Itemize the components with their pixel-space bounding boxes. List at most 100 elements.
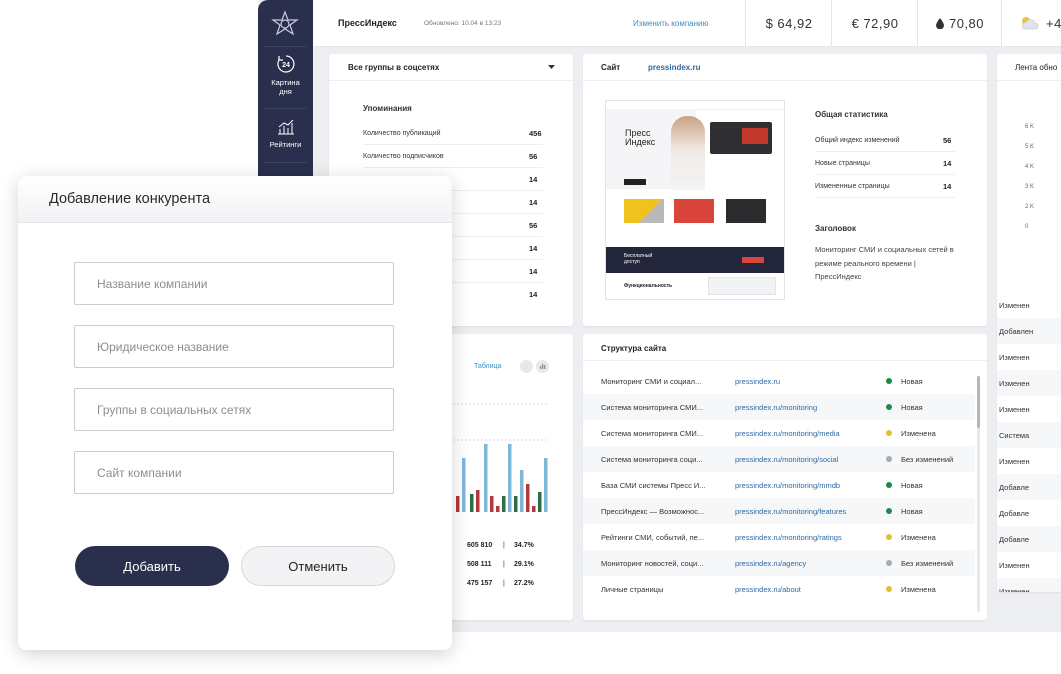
structure-row[interactable]: Рейтинги СМИ, событий, пе... pressindex.r… [583, 524, 975, 550]
structure-row-status: Новая [901, 377, 923, 386]
chart-icon [277, 119, 294, 135]
eur-rate: € 72,90 [831, 0, 918, 46]
pie-view-button[interactable] [520, 360, 533, 373]
stats-row-value: 14 [943, 182, 952, 191]
structure-row[interactable]: Мониторинг СМИ и социал... pressindex.ru Н… [583, 368, 975, 394]
scrollbar-track[interactable] [977, 376, 980, 612]
sidebar-divider [264, 46, 307, 47]
feed-row-label: Добавле [999, 483, 1029, 492]
company-name-input[interactable] [74, 262, 394, 305]
feed-axis-label: 6 K [1025, 124, 1035, 130]
site-preview-thumbnail[interactable]: Пресс Индекс Бесплатный доступ Функциона… [605, 100, 785, 300]
feed-row[interactable]: Изменен [997, 396, 1061, 422]
feed-axis-label: 4 K [1025, 164, 1035, 170]
structure-row[interactable]: База СМИ системы Пресс И... pressindex.ru… [583, 472, 975, 498]
updates-feed-header: Лента обно [997, 54, 1061, 81]
structure-row-url[interactable]: pressindex.ru/monitoring [735, 403, 817, 412]
feed-row[interactable]: Изменен [997, 552, 1061, 578]
structure-row[interactable]: Система мониторинга СМИ... pressindex.ru/… [583, 394, 975, 420]
site-structure-card: Структура сайта Мониторинг СМИ и социал.… [583, 334, 987, 620]
stats-row-label: Общий индекс изменений [815, 137, 900, 144]
structure-row[interactable]: Мониторинг новостей, соци... pressindex.r… [583, 550, 975, 576]
feed-row-label: Изменен [999, 353, 1030, 362]
structure-row-status: Новая [901, 481, 923, 490]
updates-feed-title: Лента обно [1015, 63, 1058, 72]
cancel-button[interactable]: Отменить [241, 546, 395, 586]
structure-row[interactable]: Система мониторинга СМИ... pressindex.ru/… [583, 420, 975, 446]
structure-row-url[interactable]: pressindex.ru/agency [735, 559, 806, 568]
site-url-link[interactable]: pressindex.ru [648, 63, 700, 72]
feed-row[interactable]: Изменен [997, 370, 1061, 396]
preview-dark-title: Бесплатный доступ [624, 253, 653, 265]
structure-row-status: Без изменений [901, 455, 954, 464]
scrollbar-thumb[interactable] [977, 376, 980, 428]
sidebar-item-ratings[interactable]: Рейтинги [258, 118, 313, 149]
chart-bar [496, 506, 500, 512]
row-divider [363, 167, 543, 168]
preview-dark-button [742, 257, 764, 263]
structure-row-url[interactable]: pressindex.ru/monitoring/media [735, 429, 840, 438]
site-structure-title: Структура сайта [601, 344, 667, 353]
feed-row-label: Изменен [999, 405, 1030, 414]
social-groups-input[interactable] [74, 388, 394, 431]
mention-row-value: 14 [529, 198, 538, 207]
table-tab[interactable]: Таблица [474, 363, 501, 370]
mention-row-label: Количество публикаций [363, 130, 441, 137]
feed-row[interactable]: Добавлен [997, 318, 1061, 344]
preview-hero-title: Пресс Индекс [625, 128, 656, 147]
stats-row-value: 14 [943, 159, 952, 168]
change-company-link[interactable]: Изменить компанию [633, 19, 709, 28]
site-structure-list: Мониторинг СМИ и социал... pressindex.ru Н… [583, 368, 975, 608]
bar-view-button[interactable] [536, 360, 549, 373]
structure-row[interactable]: ПрессИндекс — Возможнос... pressindex.ru/… [583, 498, 975, 524]
feed-row[interactable]: Изменен [997, 448, 1061, 474]
feed-row[interactable]: Добавле [997, 474, 1061, 500]
feed-axis-label: 2 K [1025, 204, 1035, 210]
table-row-separator: | [503, 561, 505, 568]
add-competitor-modal: Добавление конкурента Добавить Отменить [18, 176, 452, 650]
stats-row-label: Измененные страницы [815, 183, 890, 190]
chart-bar [476, 490, 480, 512]
weather: +4 [1001, 0, 1061, 46]
structure-row-url[interactable]: pressindex.ru/monitoring/features [735, 507, 846, 516]
structure-row-url[interactable]: pressindex.ru/monitoring/social [735, 455, 838, 464]
feed-row[interactable]: Добавле [997, 500, 1061, 526]
structure-row-status: Изменена [901, 429, 936, 438]
structure-row[interactable]: Личные страницы pressindex.ru/about Измене… [583, 576, 975, 602]
structure-row-url[interactable]: pressindex.ru/about [735, 585, 801, 594]
feed-row[interactable]: Изменен [997, 292, 1061, 318]
status-dot-icon [886, 482, 892, 488]
table-row-separator: | [503, 542, 505, 549]
social-groups-dropdown[interactable]: Все группы в соцсетях [329, 54, 573, 81]
legal-name-input[interactable] [74, 325, 394, 368]
updates-feed-card: Лента обно 6 K 5 K 4 K 3 K 2 K 0 Изменен Добав… [997, 54, 1061, 592]
feed-row[interactable]: Изменен [997, 344, 1061, 370]
feed-row[interactable]: Добавле [997, 526, 1061, 552]
table-row-percent: 27.2% [514, 580, 534, 587]
feed-row-label: Система [999, 431, 1030, 440]
table-row-value: 508 111 [467, 561, 492, 568]
oil-drop-icon [935, 17, 944, 29]
feed-row[interactable]: Система [997, 422, 1061, 448]
feed-row[interactable]: Изменен [997, 578, 1061, 592]
preview-bottom-title: Функциональность [624, 283, 673, 289]
company-site-input[interactable] [74, 451, 394, 494]
feed-row-label: Добавле [999, 535, 1029, 544]
structure-row-url[interactable]: pressindex.ru/monitoring/mmdb [735, 481, 840, 490]
preview-bottom-widget [708, 277, 776, 295]
preview-tile-red [674, 199, 714, 223]
structure-row-title: Рейтинги СМИ, событий, пе... [601, 533, 705, 542]
preview-hero-button [624, 179, 646, 185]
sidebar-item-day-picture[interactable]: 24 Картина дня [258, 54, 313, 96]
status-dot-icon [886, 508, 892, 514]
structure-row-title: Система мониторинга соци... [601, 455, 703, 464]
structure-row-url[interactable]: pressindex.ru/monitoring/ratings [735, 533, 842, 542]
row-divider [363, 144, 543, 145]
status-dot-icon [886, 560, 892, 566]
site-tab[interactable]: Сайт [601, 63, 620, 72]
add-button[interactable]: Добавить [75, 546, 229, 586]
pressindex-logo-icon[interactable] [271, 10, 299, 38]
structure-row[interactable]: Система мониторинга соци... pressindex.ru… [583, 446, 975, 472]
structure-row-status: Изменена [901, 585, 936, 594]
structure-row-url[interactable]: pressindex.ru [735, 377, 780, 386]
